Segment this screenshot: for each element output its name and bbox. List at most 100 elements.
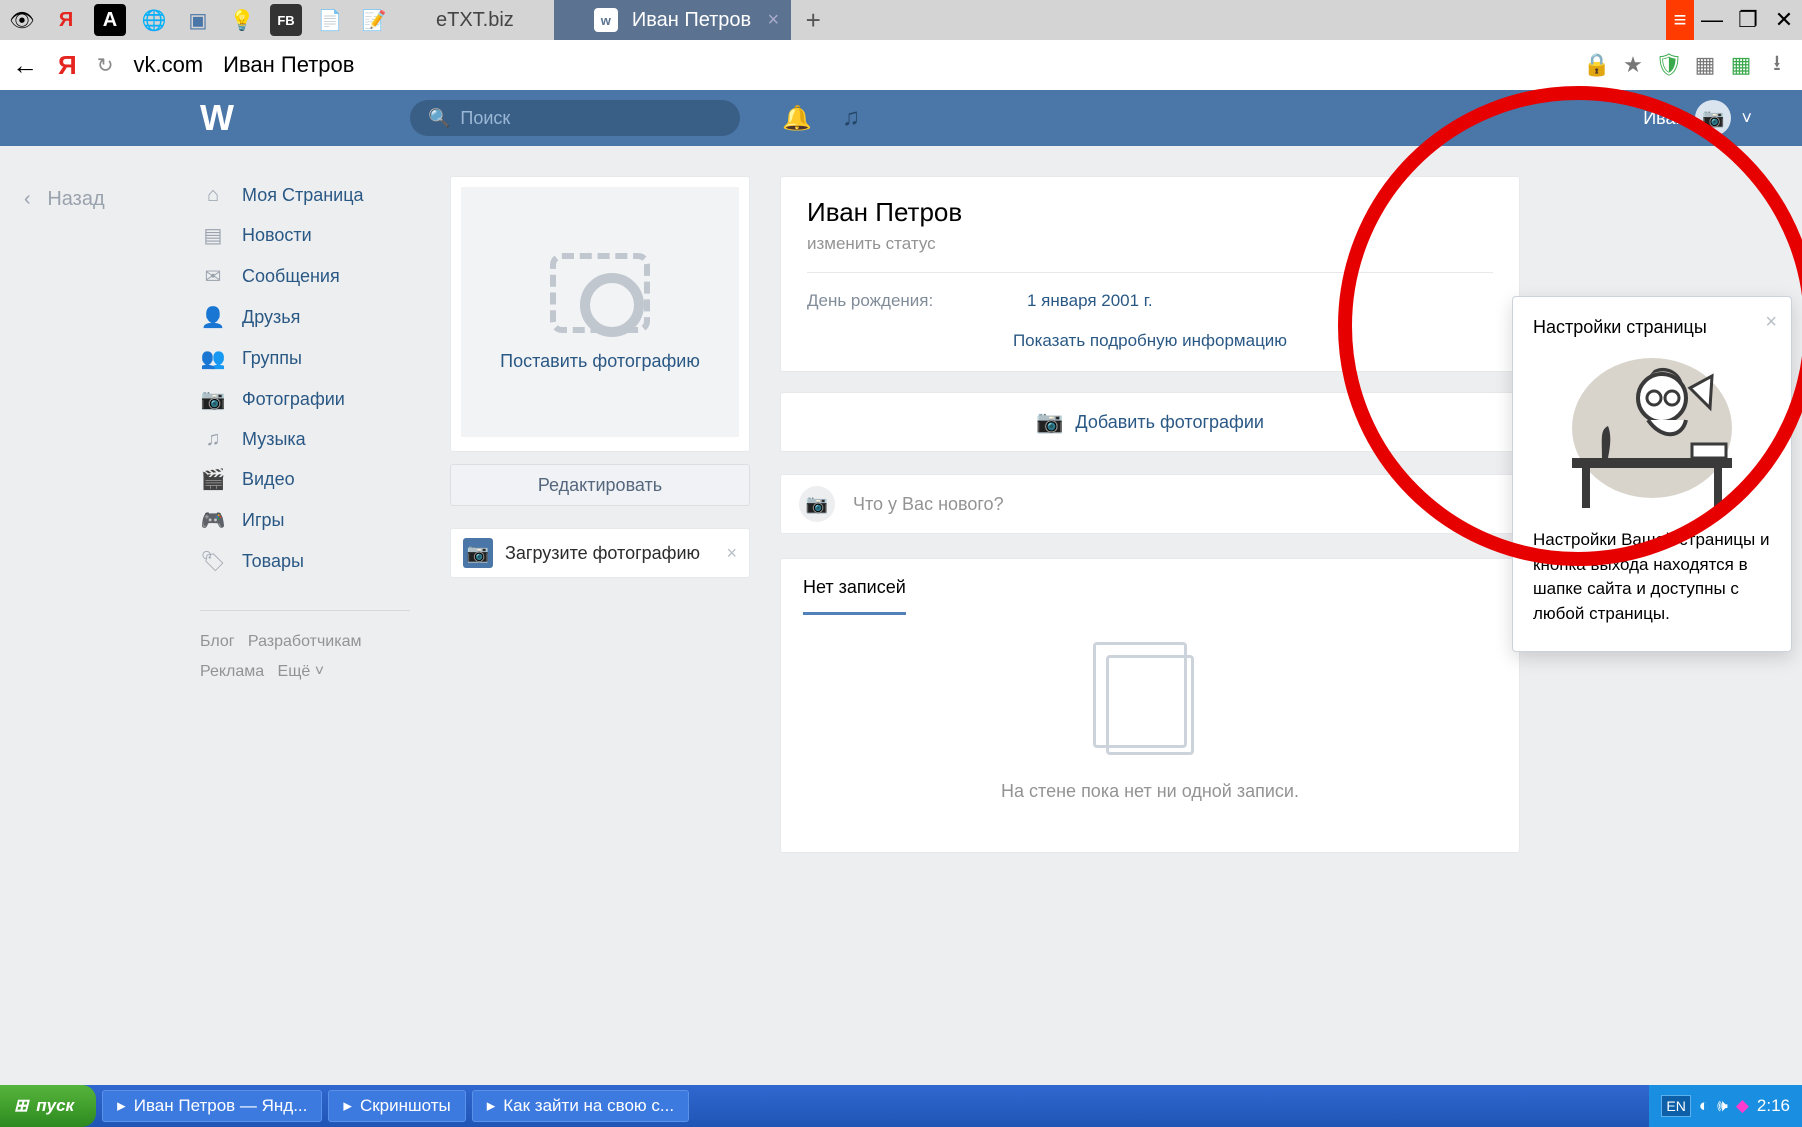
birthday-value[interactable]: 1 января 2001 г. — [1027, 291, 1153, 311]
footer-blog[interactable]: Блог — [200, 633, 235, 650]
tab-close-icon[interactable]: × — [768, 9, 780, 32]
upload-hint-text: Загрузите фотографию — [505, 543, 700, 564]
footer-more[interactable]: Ещё ˅ — [278, 663, 325, 680]
sidebar-item-label: Друзья — [242, 307, 300, 328]
browser-tab-etxt[interactable]: eTXT.biz — [396, 0, 554, 40]
sidebar-item[interactable]: ⌂Моя Страница — [200, 176, 410, 215]
start-button[interactable]: ⊞ пуск — [0, 1085, 96, 1127]
minimize-button[interactable]: — — [1694, 0, 1730, 40]
profile-column: Поставить фотографию Редактировать 📷 Заг… — [450, 176, 750, 578]
windows-taskbar: ⊞ пуск ▸Иван Петров — Янд...▸Скриншоты▸К… — [0, 1085, 1802, 1127]
yandex-icon[interactable]: Я — [44, 0, 88, 40]
sidebar-item[interactable]: 🎬Видео — [200, 459, 410, 500]
sidebar-footer: Блог Разработчикам Реклама Ещё ˅ — [200, 610, 410, 688]
taskbar-item[interactable]: ▸ Как зайти на свою с... — [472, 1090, 689, 1122]
close-icon[interactable]: × — [726, 543, 737, 564]
camera-icon — [550, 253, 650, 333]
lock-icon[interactable]: 🔒 — [1584, 52, 1610, 78]
sidebar-item[interactable]: ▤Новости — [200, 215, 410, 256]
documents-icon — [1106, 655, 1194, 755]
upload-hint-card[interactable]: 📷 Загрузите фотографию × — [450, 528, 750, 578]
tray-icon[interactable]: ◐ — [1699, 1096, 1709, 1116]
nav-back-icon[interactable]: ← — [12, 50, 38, 81]
show-more-link[interactable]: Показать подробную информацию — [807, 331, 1493, 351]
user-name: Иван — [1643, 108, 1685, 129]
vk-body: ‹ Назад ⌂Моя Страница▤Новости✉Сообщения👤… — [0, 146, 1802, 1085]
lang-indicator[interactable]: EN — [1661, 1095, 1690, 1117]
new-post-input: 📷 Что у Вас нового? — [780, 474, 1520, 534]
notifications-icon[interactable]: 🔔 — [770, 104, 824, 133]
sidebar-item[interactable]: 🏷Товары — [200, 541, 410, 582]
user-menu[interactable]: Иван 📷 ˅ — [1643, 100, 1752, 136]
taskbar-item[interactable]: ▸Скриншоты — [328, 1090, 465, 1122]
close-window-button[interactable]: ✕ — [1766, 0, 1802, 40]
upload-photo-link[interactable]: Поставить фотографию — [500, 351, 700, 372]
reload-icon[interactable]: ↻ — [97, 53, 114, 78]
sidebar-item[interactable]: 👥Группы — [200, 338, 410, 379]
sidebar-item[interactable]: ♫Музыка — [200, 420, 410, 459]
doc1-icon[interactable]: 📄 — [308, 0, 352, 40]
footer-ads[interactable]: Реклама — [200, 663, 264, 680]
yandex-logo-icon[interactable]: Я — [58, 50, 77, 81]
letter-a-icon[interactable]: A — [94, 4, 126, 36]
new-tab-button[interactable]: + — [791, 0, 835, 40]
clock[interactable]: 2:16 — [1757, 1096, 1790, 1116]
messages-icon: ✉ — [200, 264, 226, 289]
task-icon: ▸ — [487, 1096, 496, 1116]
tray-icon[interactable]: ◆ — [1736, 1096, 1749, 1116]
taskbar-item[interactable]: ▸Иван Петров — Янд... — [102, 1090, 322, 1122]
eye-icon[interactable]: 👁 — [0, 0, 44, 40]
url-domain[interactable]: vk.com — [133, 52, 203, 78]
star-icon[interactable]: ★ — [1620, 52, 1646, 78]
music-header-icon[interactable]: ♫ — [824, 104, 878, 132]
sidebar-item-label: Игры — [242, 510, 284, 531]
task-icon: ▸ — [343, 1096, 352, 1116]
main-column: Иван Петров изменить статус День рождени… — [780, 176, 1520, 853]
task-label: Иван Петров — Янд... — [134, 1096, 308, 1116]
task-label: Как зайти на свою с... — [503, 1096, 674, 1116]
shield-icon[interactable]: 🛡 — [1656, 52, 1682, 78]
vk-logo-icon[interactable]: W — [200, 97, 250, 139]
photo-placeholder[interactable]: Поставить фотографию — [461, 187, 739, 437]
new-post-placeholder: Что у Вас нового? — [853, 494, 1004, 515]
vk-pin-icon[interactable]: ▣ — [176, 0, 220, 40]
sidebar-item[interactable]: 📷Фотографии — [200, 379, 410, 420]
popup-close-icon[interactable]: × — [1765, 311, 1777, 334]
status-link[interactable]: изменить статус — [807, 234, 1493, 254]
maximize-button[interactable]: ❐ — [1730, 0, 1766, 40]
market-icon: 🏷 — [200, 549, 226, 574]
chevron-left-icon: ‹ — [24, 188, 42, 210]
photos-icon: 📷 — [200, 387, 226, 412]
search-icon: 🔍 — [428, 108, 450, 129]
sidebar-item[interactable]: 🎮 Игры — [200, 500, 410, 541]
globe-icon[interactable]: 🌐 — [132, 0, 176, 40]
search-input[interactable]: 🔍 Поиск — [410, 100, 740, 136]
tray-icon[interactable]: 🕪 — [1717, 1096, 1728, 1116]
groups-icon: 👥 — [200, 346, 226, 371]
tab-strip: 👁 Я A 🌐 ▣ 💡 FB 📄 📝 eTXT.biz w Иван Петро… — [0, 0, 1802, 40]
tab-label: Иван Петров — [632, 9, 751, 32]
browser-tab-vk[interactable]: w Иван Петров × — [554, 0, 791, 40]
games-icon: 🎮 — [200, 508, 226, 533]
photo-card: Поставить фотографию — [450, 176, 750, 452]
popup-text: Настройки Вашей страницы и кнопка выхода… — [1533, 528, 1771, 627]
edit-button[interactable]: Редактировать — [450, 464, 750, 506]
fb-icon[interactable]: FB — [270, 4, 302, 36]
download-icon[interactable]: ⭳ — [1764, 52, 1790, 78]
doc2-icon[interactable]: 📝 — [352, 0, 396, 40]
system-tray[interactable]: EN ◐ 🕪 ◆ 2:16 — [1649, 1085, 1802, 1127]
music-icon: ♫ — [200, 428, 226, 451]
url-title: Иван Петров — [223, 52, 354, 78]
home-icon: ⌂ — [200, 184, 226, 207]
bulb-icon[interactable]: 💡 — [220, 0, 264, 40]
ext2-icon[interactable]: ▦ — [1728, 52, 1754, 78]
menu-button[interactable]: ≡ — [1666, 0, 1694, 40]
tab-no-posts[interactable]: Нет записей — [803, 577, 906, 615]
sidebar-item[interactable]: ✉Сообщения — [200, 256, 410, 297]
sidebar-item[interactable]: 👤Друзья — [200, 297, 410, 338]
ext1-icon[interactable]: ▦ — [1692, 52, 1718, 78]
footer-dev[interactable]: Разработчикам — [248, 633, 362, 650]
back-label: Назад — [47, 188, 104, 210]
back-link[interactable]: ‹ Назад — [24, 188, 105, 211]
add-photos-button[interactable]: 📷 Добавить фотографии — [780, 392, 1520, 452]
